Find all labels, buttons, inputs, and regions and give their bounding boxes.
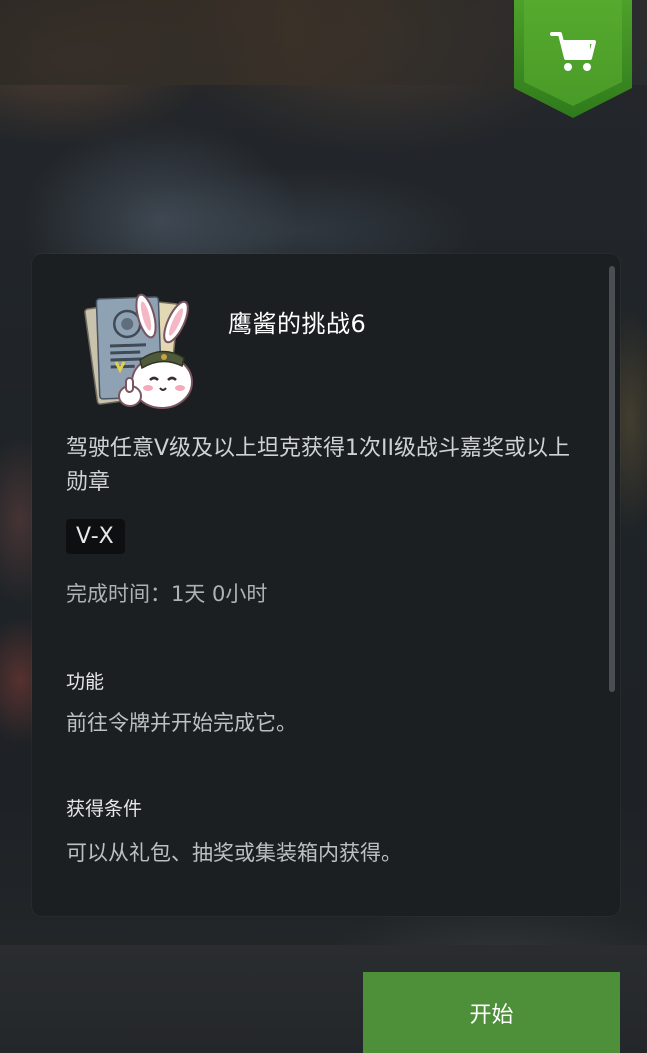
obtain-conditions-text: 可以从礼包、抽奖或集装箱内获得。 — [66, 841, 402, 865]
item-description: 驾驶任意V级及以上坦克获得1次II级战斗嘉奖或以上勋章 — [66, 436, 571, 495]
shopping-cart-icon — [514, 0, 632, 118]
function-text: 前往令牌并开始完成它。 — [66, 711, 297, 735]
completion-time: 完成时间：1天 0小时 — [66, 582, 268, 606]
start-button[interactable]: 开始 — [363, 972, 620, 1053]
tier-badge: V-X — [66, 519, 125, 554]
shop-button[interactable] — [514, 0, 632, 118]
function-heading: 功能 — [66, 671, 105, 693]
item-title: 鹰酱的挑战6 — [228, 310, 367, 338]
panel-scrollbar[interactable] — [609, 266, 615, 692]
obtain-conditions-heading: 获得条件 — [66, 798, 143, 820]
token-documents-bunny-icon — [76, 286, 204, 418]
